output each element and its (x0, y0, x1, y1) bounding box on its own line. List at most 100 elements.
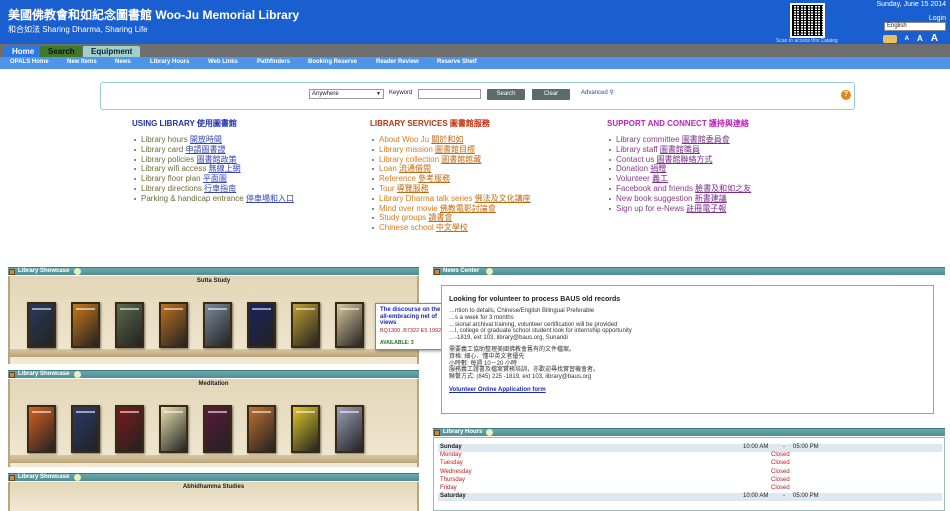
book-cover[interactable] (159, 302, 188, 348)
font-medium-button[interactable]: A (917, 34, 923, 43)
list-item[interactable]: Library directions 行車指南 (134, 184, 294, 194)
refresh-icon[interactable] (74, 268, 81, 275)
book-cover[interactable] (115, 302, 144, 348)
item-label-chinese[interactable]: 圖書館政策 (197, 155, 237, 164)
item-label-chinese[interactable]: 圖書館職員 (660, 145, 700, 154)
book-cover[interactable] (203, 405, 232, 453)
item-label-chinese[interactable]: 關於和如 (431, 135, 463, 144)
book-cover[interactable] (115, 405, 144, 453)
book-cover[interactable] (71, 302, 100, 348)
nav-news[interactable]: News (115, 59, 131, 65)
search-button[interactable]: Search (487, 89, 525, 100)
nav-reader-review[interactable]: Reader Review (376, 59, 419, 65)
list-item[interactable]: Facebook and friends 臉書及和如之友 (609, 184, 751, 194)
language-select[interactable]: English (884, 22, 946, 31)
list-item[interactable]: Volunteer 義工 (609, 174, 751, 184)
list-item[interactable]: Library floor plan 平面圖 (134, 174, 294, 184)
nav-pathfinders[interactable]: Pathfinders (257, 59, 290, 65)
refresh-icon[interactable] (486, 429, 493, 436)
brand[interactable]: 美國佛教會和如紀念圖書館 Woo-Ju Memorial Library 和合如… (8, 6, 299, 35)
font-small-button[interactable]: A (905, 36, 909, 42)
item-label-chinese[interactable]: 圖書館館藏 (441, 155, 481, 164)
news-line: …sional archival training, volunteer cer… (449, 321, 618, 328)
book-cover[interactable] (159, 405, 188, 453)
book-cover[interactable] (335, 302, 364, 348)
nav-web-links[interactable]: Web Links (208, 59, 238, 65)
tab-search[interactable]: Search (40, 46, 82, 57)
refresh-icon[interactable] (74, 474, 81, 481)
list-item[interactable]: Chinese school 中文學校 (372, 223, 531, 233)
item-label-chinese[interactable]: 流通借閱 (399, 164, 431, 173)
nav-library-hours[interactable]: Library Hours (150, 59, 189, 65)
volunteer-form-link[interactable]: Volunteer Online Application form (449, 387, 926, 393)
item-label-chinese[interactable]: 圖書館委員會 (682, 135, 730, 144)
list-item[interactable]: Parking & handicap entrance 停車場和入口 (134, 194, 294, 204)
list-item[interactable]: Library Dharma talk series 佛法及文化講座 (372, 194, 531, 204)
tab-equipment[interactable]: Equipment (83, 46, 141, 57)
item-label-chinese[interactable]: 行車指南 (204, 184, 236, 193)
list-item[interactable]: Contact us 圖書館聯絡方式 (609, 155, 751, 165)
nav-reserve-shelf[interactable]: Reserve Shelf (437, 59, 477, 65)
font-large-button[interactable]: A (931, 33, 938, 44)
list-item[interactable]: Sign up for e-News 註冊電子報 (609, 204, 751, 214)
item-label-chinese[interactable]: 讀書會 (428, 213, 452, 222)
list-item[interactable]: Loan 流通借閱 (372, 164, 531, 174)
list-item[interactable]: Library mission 圖書館目標 (372, 145, 531, 155)
list-item[interactable]: Library card 申請圖書證 (134, 145, 294, 155)
tab-home[interactable]: Home (4, 46, 43, 57)
item-label-chinese[interactable]: 圖書館聯絡方式 (656, 155, 712, 164)
list-item[interactable]: Library collection 圖書館館藏 (372, 155, 531, 165)
keyword-input[interactable] (418, 89, 481, 99)
support-connect-title: SUPPORT AND CONNECT 護持與連絡 (607, 119, 749, 128)
book-cover[interactable] (247, 405, 276, 453)
nav-new-items[interactable]: New Items (67, 59, 97, 65)
list-item[interactable]: Library committee 圖書館委員會 (609, 135, 751, 145)
item-label-chinese[interactable]: 停車場和入口 (246, 194, 294, 203)
item-label-chinese[interactable]: 開放時間 (190, 135, 222, 144)
accessibility-tool-icon[interactable] (882, 34, 897, 43)
book-cover[interactable] (335, 405, 364, 453)
refresh-icon[interactable] (74, 371, 81, 378)
item-label-chinese[interactable]: 無線上網 (209, 164, 241, 173)
book-cover[interactable] (203, 302, 232, 348)
book-cover[interactable] (291, 405, 320, 453)
item-label-chinese[interactable]: 新書建議 (695, 194, 727, 203)
book-cover[interactable] (71, 405, 100, 453)
login-link[interactable]: Login (929, 15, 946, 22)
list-item[interactable]: Tour 導覽服務 (372, 184, 531, 194)
book-cover[interactable] (291, 302, 320, 348)
advanced-search-link[interactable]: Advanced ⚲ (581, 89, 614, 96)
help-icon[interactable]: ? (841, 90, 851, 100)
item-label-chinese[interactable]: 佛法及文化講座 (475, 194, 531, 203)
list-item[interactable]: Library hours 開放時間 (134, 135, 294, 145)
item-label-chinese[interactable]: 義工 (652, 174, 668, 183)
book-cover[interactable] (27, 405, 56, 453)
clear-button[interactable]: Clear (532, 89, 570, 100)
book-cover[interactable] (27, 302, 56, 348)
showcase-bar: Library Showcase (8, 370, 419, 378)
list-item[interactable]: New book suggestion 新書建議 (609, 194, 751, 204)
list-item[interactable]: Donation 捐贈 (609, 164, 751, 174)
list-item[interactable]: Library wifi access 無線上網 (134, 164, 294, 174)
list-item[interactable]: Study groups 讀書會 (372, 213, 531, 223)
list-item[interactable]: Reference 參考服務 (372, 174, 531, 184)
list-item[interactable]: Library staff 圖書館職員 (609, 145, 751, 155)
item-label-chinese[interactable]: 中文學校 (436, 223, 468, 232)
list-item[interactable]: About Woo Ju 關於和如 (372, 135, 531, 145)
search-scope-select[interactable]: Anywhere (309, 89, 384, 99)
item-label-chinese[interactable]: 申請圖書證 (185, 145, 225, 154)
list-item[interactable]: Mind over movie 佛教電影討論會 (372, 204, 531, 214)
item-label-chinese[interactable]: 臉書及和如之友 (695, 184, 751, 193)
item-label-chinese[interactable]: 註冊電子報 (686, 204, 726, 213)
list-item[interactable]: Library policies 圖書館政策 (134, 155, 294, 165)
item-label-chinese[interactable]: 圖書館目標 (435, 145, 475, 154)
nav-opals-home[interactable]: OPALS Home (10, 59, 49, 65)
item-label-chinese[interactable]: 導覽服務 (397, 184, 429, 193)
item-label-chinese[interactable]: 平面圖 (203, 174, 227, 183)
book-cover[interactable] (247, 302, 276, 348)
item-label-chinese[interactable]: 參考服務 (418, 174, 450, 183)
item-label-chinese[interactable]: 捐贈 (650, 164, 666, 173)
nav-booking-reserve[interactable]: Booking Reserve (308, 59, 357, 65)
item-label-chinese[interactable]: 佛教電影討論會 (440, 204, 496, 213)
refresh-icon[interactable] (486, 268, 493, 275)
